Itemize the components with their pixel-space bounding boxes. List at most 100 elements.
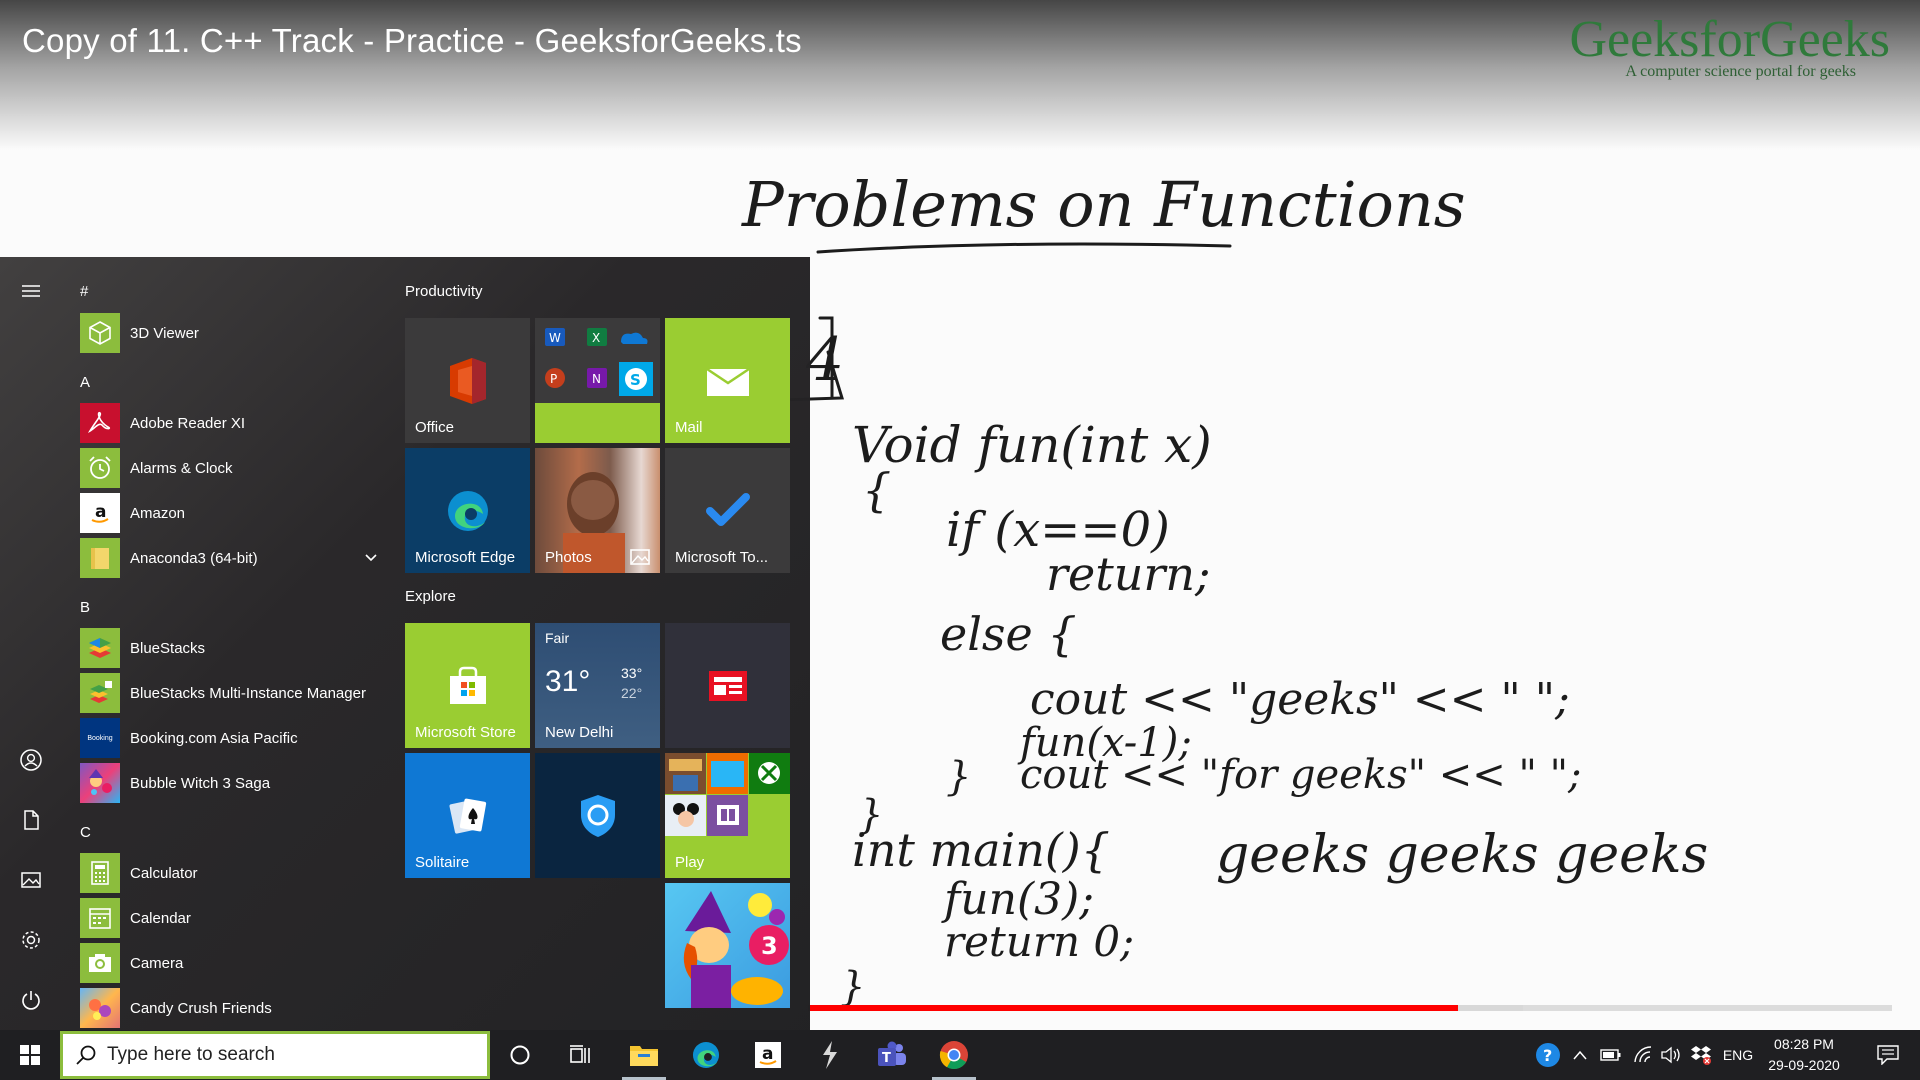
tile-solitaire[interactable]: Solitaire xyxy=(405,753,530,878)
brand-tagline: A computer science portal for geeks xyxy=(1625,63,1856,80)
search-input[interactable] xyxy=(107,1044,467,1066)
dropbox-icon[interactable] xyxy=(1686,1030,1716,1080)
video-progress-bar[interactable] xyxy=(808,1005,1892,1011)
cube-icon xyxy=(80,313,120,353)
documents-icon[interactable] xyxy=(10,799,52,841)
app-label: Booking.com Asia Pacific xyxy=(130,729,298,747)
pictures-icon[interactable] xyxy=(10,859,52,901)
group-title-explore[interactable]: Explore xyxy=(405,588,456,605)
chrome-icon[interactable] xyxy=(926,1030,982,1080)
pdf-icon xyxy=(80,403,120,443)
tile-label: Microsoft Store xyxy=(415,724,516,741)
svg-text:a: a xyxy=(95,502,106,522)
clock[interactable]: 08:28 PM 29-09-2020 xyxy=(1756,1034,1852,1076)
alarm-clock-icon xyxy=(80,448,120,488)
app-alarms-clock[interactable]: Alarms & Clock xyxy=(80,447,380,489)
tile-label: Office xyxy=(415,419,454,436)
app-bluestacks-multi[interactable]: BlueStacks Multi-Instance Manager xyxy=(80,672,380,714)
tile-office-apps-folder[interactable]: W X P N S xyxy=(535,318,660,443)
app-label: Bubble Witch 3 Saga xyxy=(130,774,271,792)
battery-icon[interactable] xyxy=(1596,1030,1626,1080)
svg-text:W: W xyxy=(549,331,561,345)
file-explorer-icon[interactable] xyxy=(616,1030,672,1080)
tile-vpn[interactable] xyxy=(535,753,660,878)
chevron-up-icon[interactable] xyxy=(1568,1030,1592,1080)
language-indicator[interactable]: ENG xyxy=(1718,1030,1758,1080)
edge-icon[interactable] xyxy=(678,1030,734,1080)
video-title: Copy of 11. C++ Track - Practice - Geeks… xyxy=(22,22,802,59)
board-code-line: } xyxy=(840,964,865,1010)
brand-logo: GeeksforGeeks xyxy=(1569,11,1890,68)
start-rail xyxy=(0,257,62,1030)
tile-microsoft-todo[interactable]: Microsoft To... xyxy=(665,448,790,573)
group-title-productivity[interactable]: Productivity xyxy=(405,283,483,300)
winamp-icon[interactable] xyxy=(802,1030,858,1080)
bluestacks-icon xyxy=(80,628,120,668)
app-bluestacks[interactable]: BlueStacks xyxy=(80,627,380,669)
tile-office[interactable]: Office xyxy=(405,318,530,443)
letter-header[interactable]: C xyxy=(80,824,91,841)
app-list[interactable]: # 3D Viewer A Adobe Reader XI Alarms & C… xyxy=(62,257,382,1030)
app-booking[interactable]: Booking Booking.com Asia Pacific xyxy=(80,717,380,759)
settings-icon[interactable] xyxy=(10,919,52,961)
app-calendar[interactable]: Calendar xyxy=(80,897,380,939)
app-camera[interactable]: Camera xyxy=(80,942,380,984)
board-code-line: Void fun(int x) xyxy=(852,416,1212,474)
tile-photos[interactable]: Photos xyxy=(535,448,660,573)
chevron-down-icon[interactable] xyxy=(362,549,380,567)
tile-label: Mail xyxy=(675,419,703,436)
svg-text:P: P xyxy=(550,372,557,386)
letter-header[interactable]: # xyxy=(80,283,88,300)
office-apps-icons: W X P N S xyxy=(545,328,653,396)
cortana-icon[interactable] xyxy=(492,1030,548,1080)
windows-start-button[interactable] xyxy=(2,1030,58,1080)
help-icon[interactable]: ? xyxy=(1532,1030,1564,1080)
tile-weather[interactable]: Fair 31° 33° 22° New Delhi xyxy=(535,623,660,748)
task-view-icon[interactable] xyxy=(552,1030,608,1080)
app-adobe-reader[interactable]: Adobe Reader XI xyxy=(80,402,380,444)
tile-news[interactable] xyxy=(665,623,790,748)
board-code-line: int main(){ xyxy=(852,823,1110,877)
app-bubble-witch[interactable]: Bubble Witch 3 Saga xyxy=(80,762,380,804)
app-label: 3D Viewer xyxy=(130,324,199,342)
app-label: BlueStacks Multi-Instance Manager xyxy=(130,684,366,702)
power-icon[interactable] xyxy=(10,979,52,1021)
windows-logo-icon xyxy=(20,1045,40,1065)
teams-icon[interactable]: T xyxy=(864,1030,920,1080)
wifi-icon[interactable] xyxy=(1628,1030,1658,1080)
letter-header[interactable]: A xyxy=(80,374,90,391)
tile-microsoft-store[interactable]: Microsoft Store xyxy=(405,623,530,748)
board-problem-number: 4 xyxy=(805,325,844,395)
notification-center-icon[interactable] xyxy=(1866,1030,1910,1080)
tile-label: Microsoft Edge xyxy=(415,549,516,566)
volume-icon[interactable] xyxy=(1656,1030,1686,1080)
tile-label: Photos xyxy=(545,549,592,566)
letter-header[interactable]: B xyxy=(80,599,90,616)
app-candy-crush[interactable]: Candy Crush Friends xyxy=(80,987,380,1029)
start-menu: # 3D Viewer A Adobe Reader XI Alarms & C… xyxy=(0,257,810,1030)
app-3d-viewer[interactable]: 3D Viewer xyxy=(80,312,380,354)
search-icon xyxy=(76,1045,96,1065)
user-icon[interactable] xyxy=(10,739,52,781)
board-code-line: { xyxy=(862,463,891,517)
board-code-line: return; xyxy=(1046,547,1210,601)
amazon-icon[interactable]: a xyxy=(740,1030,796,1080)
camera-icon xyxy=(80,943,120,983)
app-label: Calendar xyxy=(130,909,191,927)
tile-bubble-witch[interactable]: 3 xyxy=(665,883,790,1008)
svg-text:N: N xyxy=(592,372,601,386)
booking-icon: Booking xyxy=(80,718,120,758)
taskbar-search-box[interactable] xyxy=(60,1031,490,1079)
svg-text:S: S xyxy=(630,371,641,389)
app-label: Anaconda3 (64-bit) xyxy=(130,549,258,567)
app-anaconda[interactable]: Anaconda3 (64-bit) xyxy=(80,537,380,579)
tile-microsoft-edge[interactable]: Microsoft Edge xyxy=(405,448,530,573)
svg-text:?: ? xyxy=(1543,1046,1552,1065)
app-calculator[interactable]: Calculator xyxy=(80,852,380,894)
tile-play-folder[interactable]: Play xyxy=(665,753,790,878)
hamburger-menu-icon[interactable] xyxy=(10,270,52,312)
weather-low: 22° xyxy=(621,685,643,701)
tile-mail[interactable]: Mail xyxy=(665,318,790,443)
taskbar: a T ? ENG 08:28 PM 29-09-2020 xyxy=(0,1030,1920,1080)
app-amazon[interactable]: a Amazon xyxy=(80,492,380,534)
